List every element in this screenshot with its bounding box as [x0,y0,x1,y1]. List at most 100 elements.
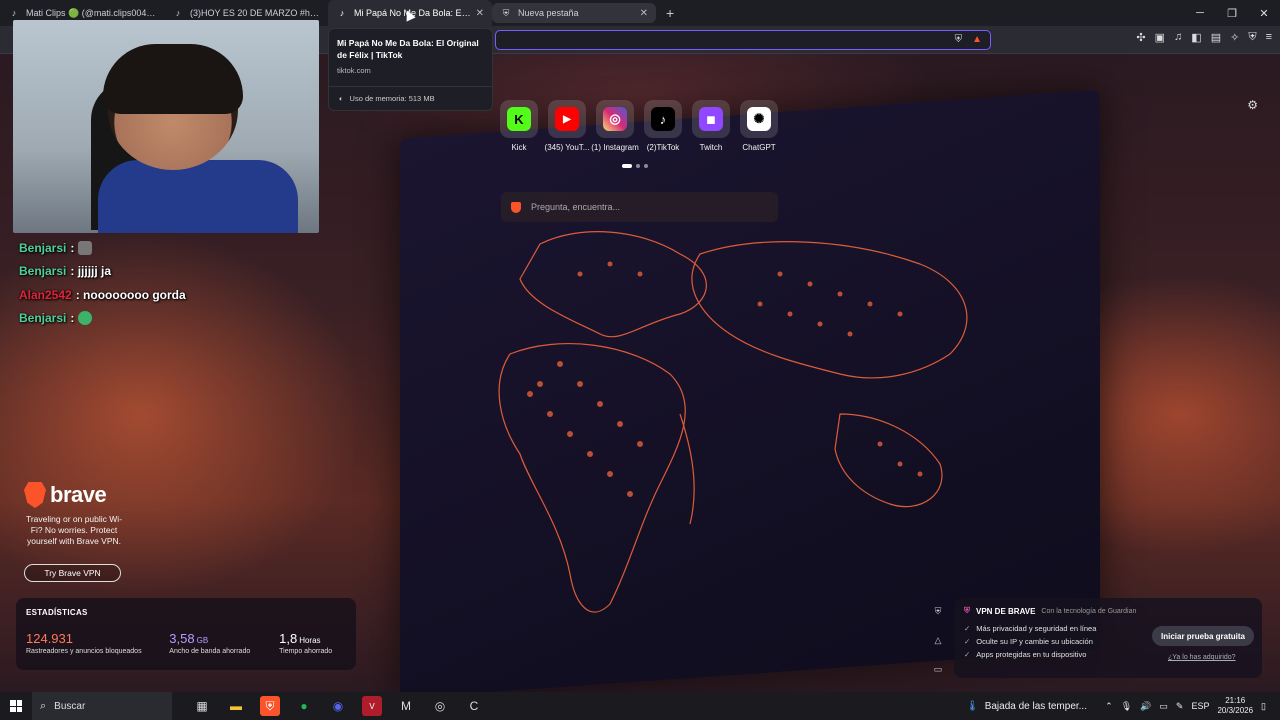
restore-icon[interactable]: ❐ [1216,0,1248,26]
stats-widget: ESTADÍSTICAS 124.931 Rastreadores y anun… [16,598,356,670]
task-view-icon[interactable]: ▦ [192,696,212,716]
weather-widget[interactable]: 🌡 Bajada de las temper... [966,692,1087,720]
shortcut-chatgpt[interactable]: ✺ ChatGPT [740,100,778,152]
tab-title: (3)HOY ES 20 DE MARZO #historia # [190,8,320,18]
discord-icon[interactable]: ◉ [328,696,348,716]
chevron-up-icon[interactable]: ⌃ [1105,701,1113,712]
voicemeeter-icon[interactable]: V [362,696,382,716]
brand-name: brave [50,482,107,507]
obs-icon[interactable]: ◎ [430,696,450,716]
widget-switcher: ⛨ △ ▭ [926,598,950,675]
tab-title: Mati Clips 🟢 (@mati.clips004) | TikTok [26,7,156,18]
stat-bandwidth: 3,58 GB Ancho de banda ahorrado [169,631,279,655]
already-purchased-link[interactable]: ¿Ya lo has adquirido? [1168,654,1236,661]
shortcut-tiktok[interactable]: ♪ (2)TikTok [644,100,682,152]
stat-value: 1,8 [279,631,298,646]
memory-icon: ◐ [339,94,344,103]
media-icon[interactable]: ♫ [1174,31,1182,44]
shortcut-label: Kick [511,143,527,152]
brave-vpn-card: ⛨ VPN DE BRAVE Con la tecnología de Guar… [954,598,1262,678]
tab-hover-card: Mi Papá No Me Da Bola: El Original de Fé… [328,28,493,111]
brave-rewards-icon[interactable]: ▲ [972,34,982,45]
close-window-icon[interactable]: ✕ [1248,0,1280,26]
youtube-icon: ▶ [555,107,579,131]
start-button[interactable] [0,700,32,712]
shortcut-label: (345) YouT... [544,143,590,152]
windows-logo-icon [10,700,22,712]
shortcut-youtube[interactable]: ▶ (345) YouT... [545,100,589,152]
volume-icon[interactable]: 🔊 [1140,701,1151,712]
pen-icon[interactable]: ✎ [1176,701,1184,712]
taskbar-search-label: Buscar [54,700,86,712]
customize-gear-icon[interactable]: ⚙ [1247,98,1258,112]
thermometer-icon: 🌡 [966,700,979,712]
tiktok-icon: ♪ [175,8,181,18]
hover-url: tiktok.com [337,66,371,75]
language-indicator[interactable]: ESP [1191,701,1209,711]
alert-widget-icon[interactable]: △ [935,635,942,646]
twitch-icon: ◼ [699,107,723,131]
shortcut-instagram[interactable]: ◎ (1) Instagram [591,100,639,152]
microphone-icon[interactable]: 🎙 [1121,701,1132,712]
stats-heading: ESTADÍSTICAS [26,608,88,617]
world-map-background [498,231,968,613]
menu-icon[interactable]: ≡ [1266,31,1272,44]
cards-widget-icon[interactable]: ▭ [934,664,943,675]
notification-icon[interactable]: ▯ [1261,701,1266,712]
shortcut-label: ChatGPT [742,143,776,152]
tiktok-icon: ♪ [11,8,17,18]
search-box[interactable]: Pregunta, encuentra... [501,192,778,222]
stat-trackers: 124.931 Rastreadores y anuncios bloquead… [26,631,169,655]
sidebar-icon[interactable]: ◧ [1191,31,1201,44]
try-brave-vpn-button[interactable]: Try Brave VPN [24,564,121,582]
taskbar-apps: ▦ ▬ ⛨ ● ◉ V M ◎ C [192,696,484,716]
pagination-dots[interactable] [622,164,648,168]
brave-shields-icon[interactable]: ⛨ [955,34,963,45]
address-bar[interactable]: ⛨ ▲ [495,30,991,50]
address-icons: ⛨ ▲ [955,34,982,45]
tiktok-icon: ♪ [651,107,675,131]
media-app-icon[interactable]: M [396,696,416,716]
shortcut-twitch[interactable]: ◼ Twitch [692,100,730,152]
search-icon: ⌕ [40,699,47,712]
stat-desc: Rastreadores y anuncios bloqueados [26,648,142,655]
spotify-icon[interactable]: ● [294,696,314,716]
brave-browser-icon[interactable]: ⛨ [260,696,280,716]
brave-vpn-promo: brave Traveling or on public Wi-Fi? No w… [24,482,124,547]
vpn-widget-icon[interactable]: ⛨ [935,606,942,617]
vpn-icon[interactable]: ⛨ [1248,31,1256,44]
vpn-title: VPN DE BRAVE [976,606,1036,616]
toolbar-actions: ✣ ▣ ♫ ◧ ▤ ✧ ⛨ ≡ [1136,31,1272,44]
brave-logo: brave [24,482,124,508]
extensions-icon[interactable]: ✣ [1136,31,1145,44]
tab-nueva-pestana[interactable]: ⛨ Nueva pestaña ✕ [492,3,656,23]
leo-icon[interactable]: ✧ [1230,31,1239,44]
instagram-icon: ◎ [603,107,627,131]
wallet-icon[interactable]: ▤ [1211,31,1221,44]
close-tab-icon[interactable]: ✕ [640,8,648,19]
file-explorer-icon[interactable]: ▬ [226,696,246,716]
capcut-icon[interactable]: C [464,696,484,716]
vpn-powered-by: Con la tecnología de Guardian [1041,607,1137,615]
chat-user: Alan2542 [19,287,72,302]
chat-message: Benjarsi: [19,236,186,260]
shortcut-kick[interactable]: K Kick [500,100,538,152]
new-tab-plus-icon[interactable]: + [666,5,674,21]
stat-unit: GB [196,636,209,645]
screenshot-icon[interactable]: ▣ [1155,31,1165,44]
clock[interactable]: 21:16 20/3/2026 [1217,696,1253,716]
webcam-overlay [13,20,319,233]
network-icon[interactable]: ▭ [1159,701,1168,712]
top-sites: K Kick ▶ (345) YouT... ◎ (1) Instagram ♪… [500,100,778,152]
stat-unit: Horas [299,636,321,645]
start-free-trial-button[interactable]: Iniciar prueba gratuita [1152,626,1254,646]
clock-time: 21:16 [1225,696,1246,705]
chat-user: Benjarsi [19,311,67,326]
taskbar-search[interactable]: ⌕ Buscar [32,692,172,720]
minimize-icon[interactable]: ─ [1184,0,1216,26]
close-tab-icon[interactable]: ✕ [476,8,484,19]
promo-text: Traveling or on public Wi-Fi? No worries… [25,514,123,546]
stat-desc: Ancho de banda ahorrado [169,648,251,655]
windows-taskbar: ⌕ Buscar ▦ ▬ ⛨ ● ◉ V M ◎ C 🌡 Bajada de l… [0,692,1280,720]
shortcut-label: Twitch [699,143,723,152]
